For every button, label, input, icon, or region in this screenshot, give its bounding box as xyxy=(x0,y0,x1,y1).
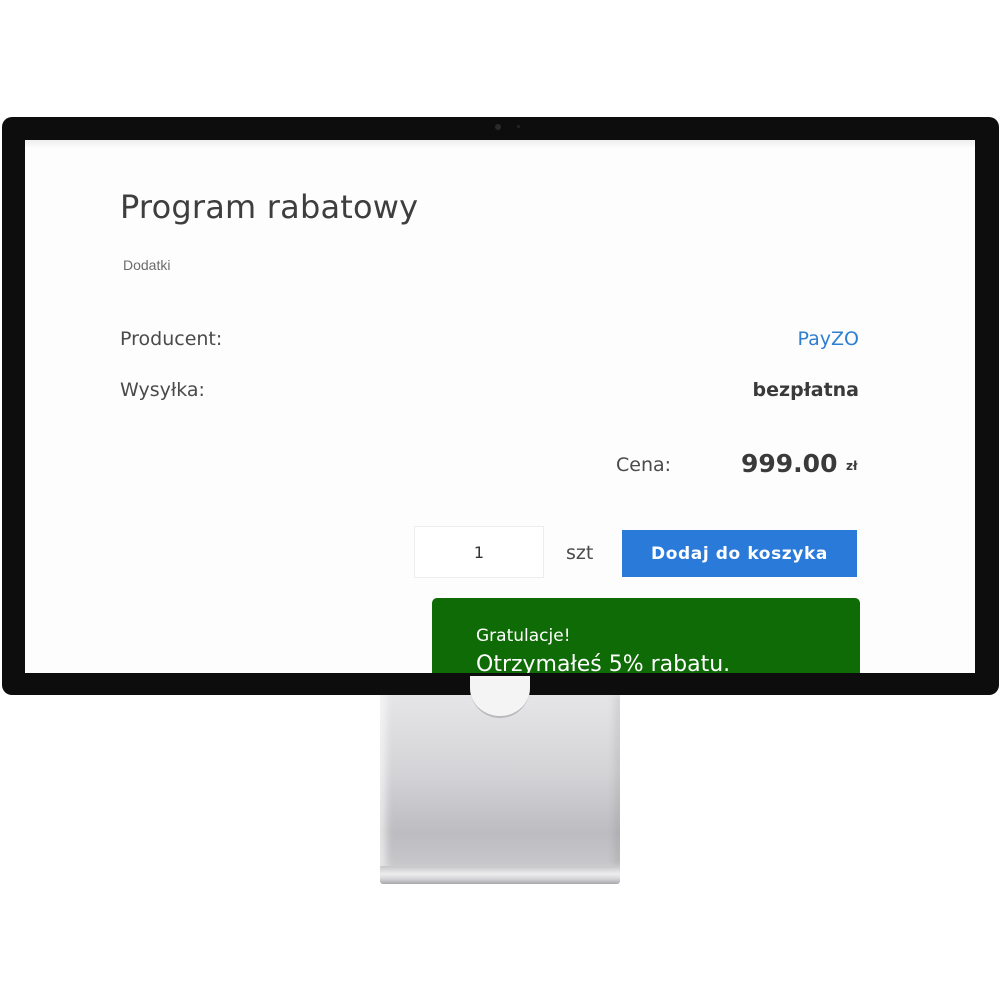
add-to-cart-button[interactable]: Dodaj do koszyka xyxy=(622,530,857,577)
shipping-label: Wysyłka: xyxy=(120,379,205,401)
page-top-shadow xyxy=(25,140,975,148)
product-page: Program rabatowy Dodatki Producent: PayZ… xyxy=(25,140,975,673)
quantity-unit: szt xyxy=(566,542,594,564)
notice-text: Otrzymałeś 5% rabatu. xyxy=(476,652,731,673)
shipping-value: bezpłatna xyxy=(752,379,859,401)
producer-label: Producent: xyxy=(120,328,223,350)
product-category-link[interactable]: Dodatki xyxy=(123,257,170,273)
discount-notice: Gratulacje! Otrzymałeś 5% rabatu. xyxy=(432,598,860,673)
monitor-stand-foot xyxy=(380,866,620,884)
product-title: Program rabatowy xyxy=(120,188,419,226)
price-value: 999.00 xyxy=(741,449,838,478)
monitor-mockup: Program rabatowy Dodatki Producent: PayZ… xyxy=(0,0,1000,1000)
monitor-stand-neck xyxy=(380,694,620,868)
quantity-input[interactable] xyxy=(414,526,544,578)
sensor-icon xyxy=(517,125,520,128)
price-currency: zł xyxy=(846,459,858,473)
camera-icon xyxy=(495,124,501,130)
price-label: Cena: xyxy=(616,454,672,476)
producer-link[interactable]: PayZO xyxy=(798,328,859,350)
notice-title: Gratulacje! xyxy=(476,626,571,646)
